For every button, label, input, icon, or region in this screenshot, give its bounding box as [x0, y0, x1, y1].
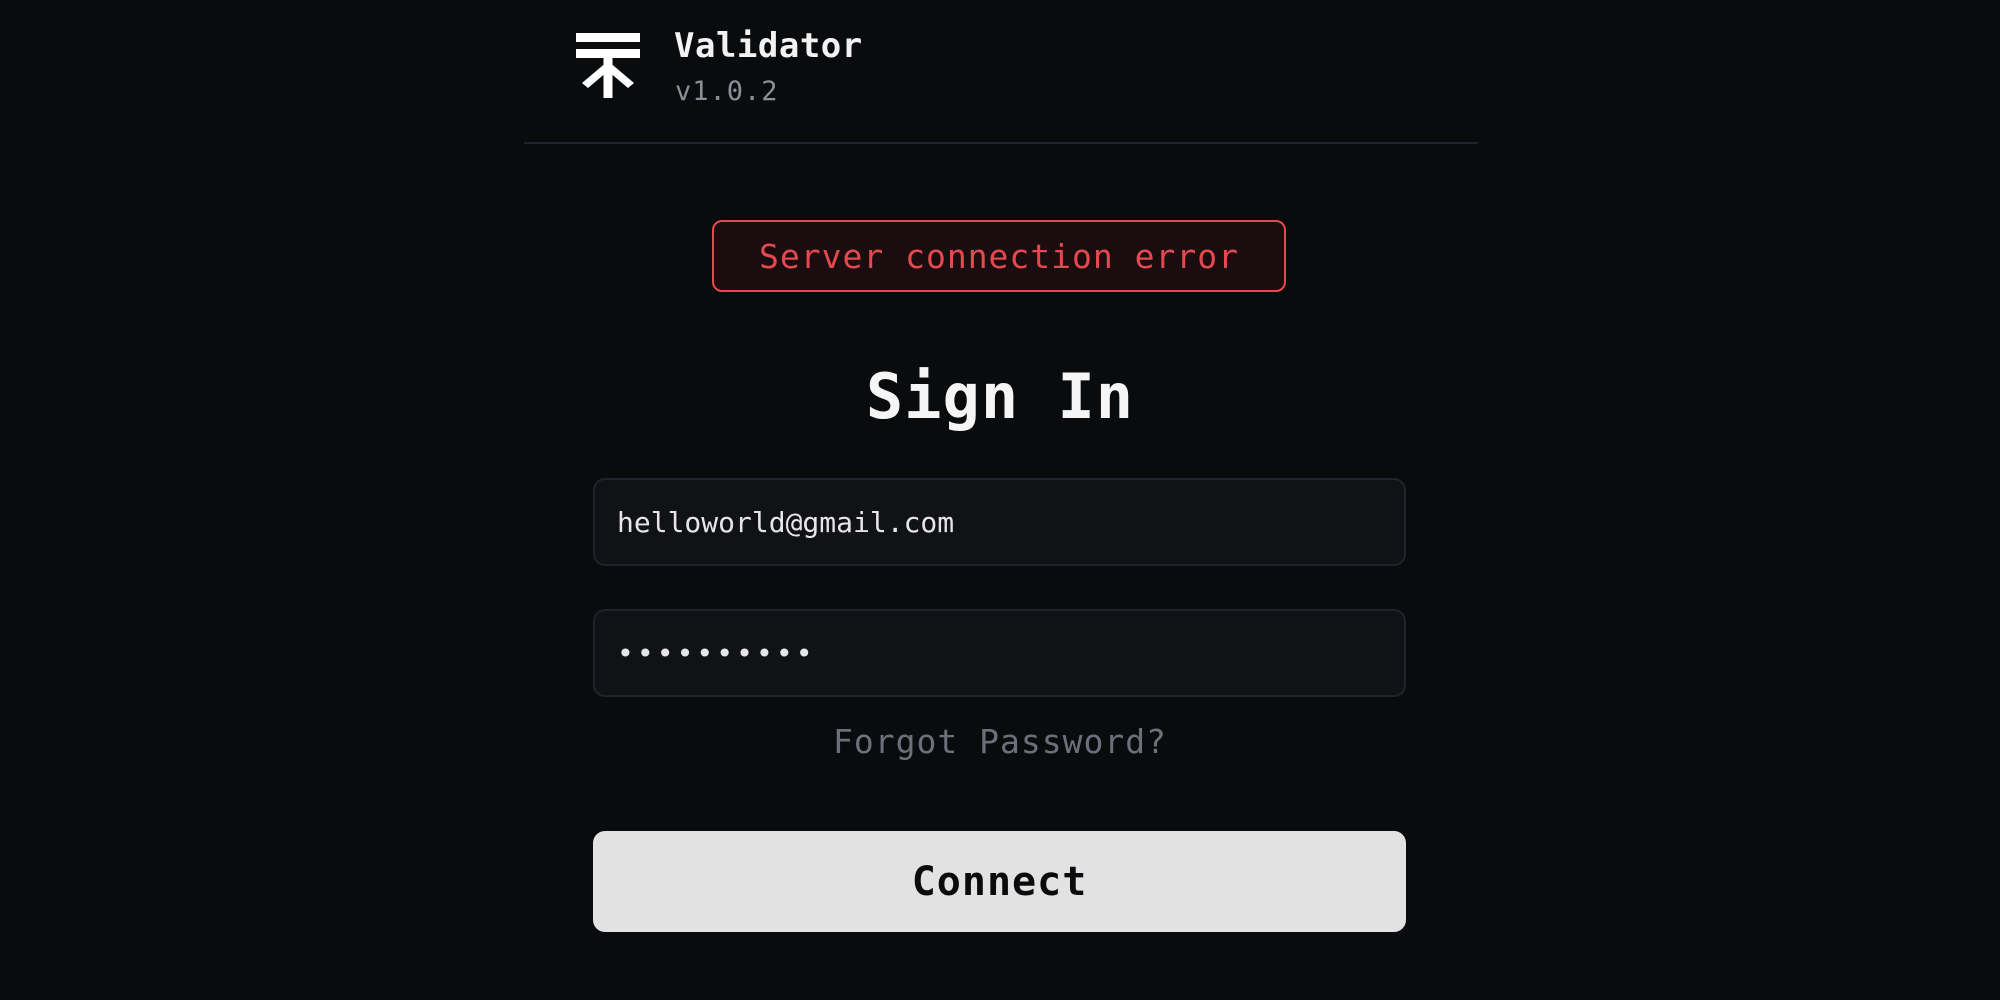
app-version: v1.0.2 [675, 76, 779, 107]
sign-in-page: Validator v1.0.2 Server connection error… [0, 0, 2000, 1000]
error-message: Server connection error [759, 236, 1239, 276]
app-header: Validator v1.0.2 [524, 0, 1478, 144]
validator-logo-icon [576, 33, 640, 98]
error-banner: Server connection error [712, 220, 1286, 292]
connect-button[interactable]: Connect [593, 831, 1406, 932]
page-title: Sign In [865, 360, 1135, 433]
password-field[interactable] [593, 609, 1406, 697]
app-title: Validator [674, 26, 863, 66]
forgot-password-link[interactable]: Forgot Password? [0, 722, 2000, 761]
email-field[interactable] [593, 478, 1406, 566]
